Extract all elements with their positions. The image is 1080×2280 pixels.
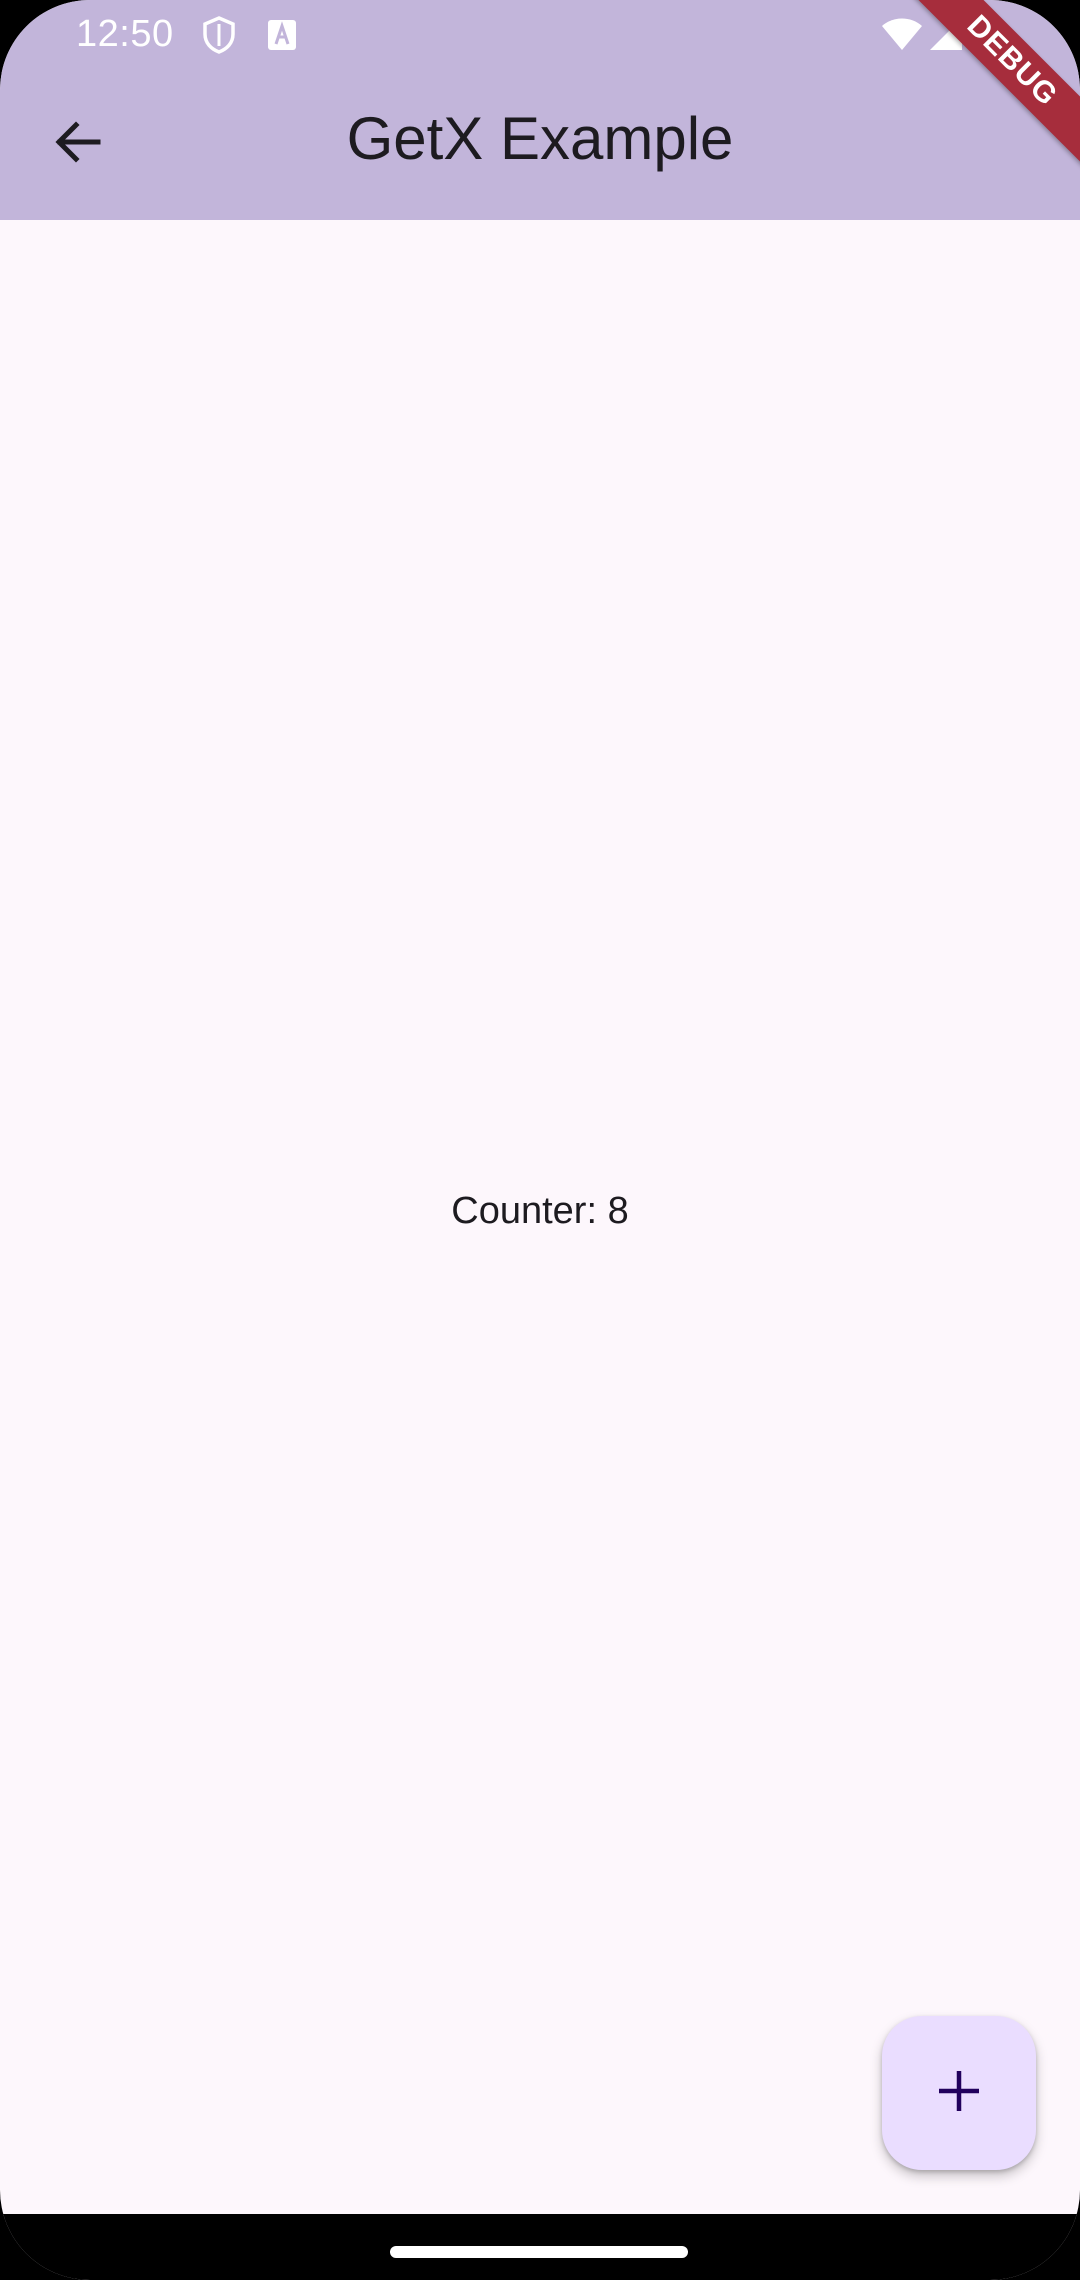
- shield-icon: [202, 16, 236, 59]
- app-bar: 12:50 GetX Example DEBUG: [0, 0, 1080, 220]
- status-bar: 12:50: [0, 0, 1080, 70]
- increment-fab-button[interactable]: [882, 2016, 1036, 2170]
- device-screen: 12:50 GetX Example DEBUG Counter: 8: [0, 0, 1080, 2280]
- counter-text: Counter: 8: [451, 1190, 629, 1232]
- wifi-icon: [880, 16, 924, 57]
- add-icon: [936, 2068, 982, 2119]
- navigation-bar: [0, 2214, 1080, 2280]
- status-time: 12:50: [76, 13, 174, 55]
- page-title: GetX Example: [346, 105, 734, 172]
- font-a-icon: [268, 20, 296, 55]
- home-gesture-handle[interactable]: [390, 2246, 688, 2258]
